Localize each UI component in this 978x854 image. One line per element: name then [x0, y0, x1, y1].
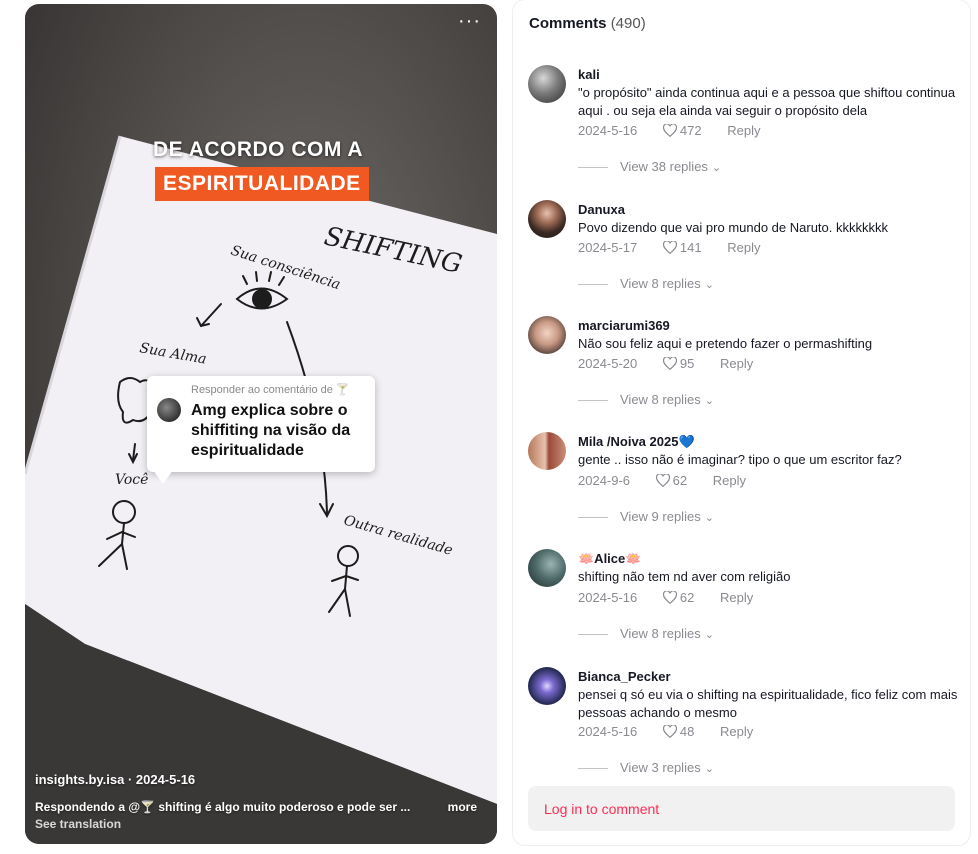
comment-date: 2024-5-16	[578, 724, 638, 739]
view-replies-label: View 3 replies	[620, 760, 701, 775]
comment-date: 2024-9-6	[578, 473, 631, 488]
heart-icon	[662, 124, 677, 137]
chevron-down-icon: ⌄	[704, 629, 714, 641]
description-text: Respondendo a @🍸 shifting é algo muito p…	[35, 800, 411, 814]
like-button[interactable]: 62	[655, 473, 688, 488]
like-count: 62	[672, 473, 688, 488]
login-to-comment-bar[interactable]: Log in to comment	[528, 786, 955, 831]
view-replies-label: View 8 replies	[620, 276, 701, 291]
comment-date: 2024-5-17	[578, 240, 638, 255]
caption-line1: DE ACORDO COM A	[152, 138, 364, 161]
comment-username[interactable]: Mila /Noiva 2025💙	[578, 434, 695, 450]
comment-text: pensei q só eu via o shifting na espirit…	[578, 687, 958, 720]
comment-meta: 2024-5-16 48 Reply	[578, 724, 753, 739]
like-button[interactable]: 141	[662, 240, 702, 255]
comment-text: "o propósito" ainda continua aqui e a pe…	[578, 85, 956, 118]
divider	[578, 634, 608, 636]
heart-icon	[662, 241, 677, 254]
reply-sticker: Responder ao comentário de 🍸 Amg explica…	[147, 376, 375, 484]
more-options-icon[interactable]: ···	[458, 11, 481, 31]
reply-button[interactable]: Reply	[720, 590, 753, 605]
view-replies-button[interactable]: View 9 replies ⌄	[578, 509, 714, 524]
view-replies-button[interactable]: View 3 replies ⌄	[578, 760, 714, 775]
comment-username[interactable]: Bianca_Pecker	[578, 669, 671, 684]
see-translation-link[interactable]: See translation	[35, 817, 121, 831]
heart-icon	[662, 591, 677, 604]
avatar[interactable]	[528, 200, 566, 238]
like-count: 48	[679, 724, 695, 739]
chevron-down-icon: ⌄	[704, 395, 714, 407]
reply-button[interactable]: Reply	[720, 724, 753, 739]
chevron-down-icon: ⌄	[704, 763, 714, 775]
reply-button[interactable]: Reply	[713, 473, 746, 488]
divider	[578, 768, 608, 770]
comment-username[interactable]: 🪷Alice🪷	[578, 551, 641, 567]
avatar[interactable]	[528, 432, 566, 470]
chevron-down-icon: ⌄	[704, 279, 714, 291]
voce-label: Você	[115, 472, 148, 488]
comment-username[interactable]: marciarumi369	[578, 318, 670, 333]
view-replies-label: View 8 replies	[620, 392, 701, 407]
avatar[interactable]	[528, 316, 566, 354]
view-replies-label: View 38 replies	[620, 159, 708, 174]
chevron-down-icon: ⌄	[704, 512, 714, 524]
like-count: 62	[679, 590, 695, 605]
like-button[interactable]: 62	[662, 590, 695, 605]
avatar[interactable]	[528, 667, 566, 705]
comment-text: shifting não tem nd aver com religião	[578, 569, 791, 584]
view-replies-label: View 8 replies	[620, 626, 701, 641]
comment-date: 2024-5-16	[578, 590, 638, 605]
reply-sticker-tail	[153, 470, 173, 484]
like-button[interactable]: 48	[662, 724, 695, 739]
comment-meta: 2024-5-16 62 Reply	[578, 590, 753, 605]
view-replies-label: View 9 replies	[620, 509, 701, 524]
reply-button[interactable]: Reply	[720, 356, 753, 371]
like-count: 95	[679, 356, 695, 371]
like-button[interactable]: 472	[662, 123, 702, 138]
avatar[interactable]	[528, 65, 566, 103]
divider	[578, 284, 608, 286]
comment-meta: 2024-5-17 141 Reply	[578, 240, 760, 255]
heart-icon	[655, 474, 670, 487]
comment-meta: 2024-5-20 95 Reply	[578, 356, 753, 371]
heart-icon	[662, 725, 677, 738]
comment-date: 2024-5-16	[578, 123, 638, 138]
comment-text: Não sou feliz aqui e pretendo fazer o pe…	[578, 336, 873, 351]
view-replies-button[interactable]: View 8 replies ⌄	[578, 392, 714, 407]
like-count: 141	[679, 240, 702, 255]
divider	[578, 517, 608, 519]
comments-title: Comments	[529, 15, 607, 32]
reply-button[interactable]: Reply	[727, 123, 760, 138]
comment-meta: 2024-9-6 62 Reply	[578, 473, 746, 488]
comments-panel: Comments (490) kali "o propósito" ainda …	[513, 0, 970, 845]
comment-username[interactable]: Danuxa	[578, 202, 625, 217]
reply-sticker-header: Responder ao comentário de 🍸	[191, 384, 350, 396]
reply-button[interactable]: Reply	[727, 240, 760, 255]
chevron-down-icon: ⌄	[711, 162, 722, 174]
comments-header: Comments (490)	[529, 15, 646, 32]
reply-sticker-text: Amg explica sobre o shiffiting na visão …	[191, 402, 351, 459]
comments-count: (490)	[610, 15, 646, 32]
caption-line2: ESPIRITUALIDADE	[155, 167, 369, 201]
comment-meta: 2024-5-16 472 Reply	[578, 123, 760, 138]
like-count: 472	[679, 123, 702, 138]
more-link[interactable]: more	[448, 800, 477, 814]
view-replies-button[interactable]: View 8 replies ⌄	[578, 276, 714, 291]
divider	[578, 400, 608, 402]
comment-date: 2024-5-20	[578, 356, 638, 371]
view-replies-button[interactable]: View 38 replies ⌄	[578, 159, 721, 174]
heart-icon	[662, 357, 677, 370]
comment-text: Povo dizendo que vai pro mundo de Naruto…	[578, 220, 889, 235]
video-player[interactable]: SHIFTING Sua consciência Sua Alma Você O…	[25, 4, 497, 844]
comment-username[interactable]: kali	[578, 67, 600, 82]
video-author[interactable]: insights.by.isa · 2024-5-16	[35, 772, 195, 787]
divider	[578, 167, 608, 169]
reply-sticker-avatar	[157, 398, 181, 422]
comment-text: gente .. isso não é imaginar? tipo o que…	[578, 452, 902, 467]
login-to-comment-link[interactable]: Log in to comment	[544, 801, 659, 817]
avatar[interactable]	[528, 549, 566, 587]
view-replies-button[interactable]: View 8 replies ⌄	[578, 626, 714, 641]
like-button[interactable]: 95	[662, 356, 695, 371]
video-description: Respondendo a @🍸 shifting é algo muito p…	[35, 800, 487, 814]
